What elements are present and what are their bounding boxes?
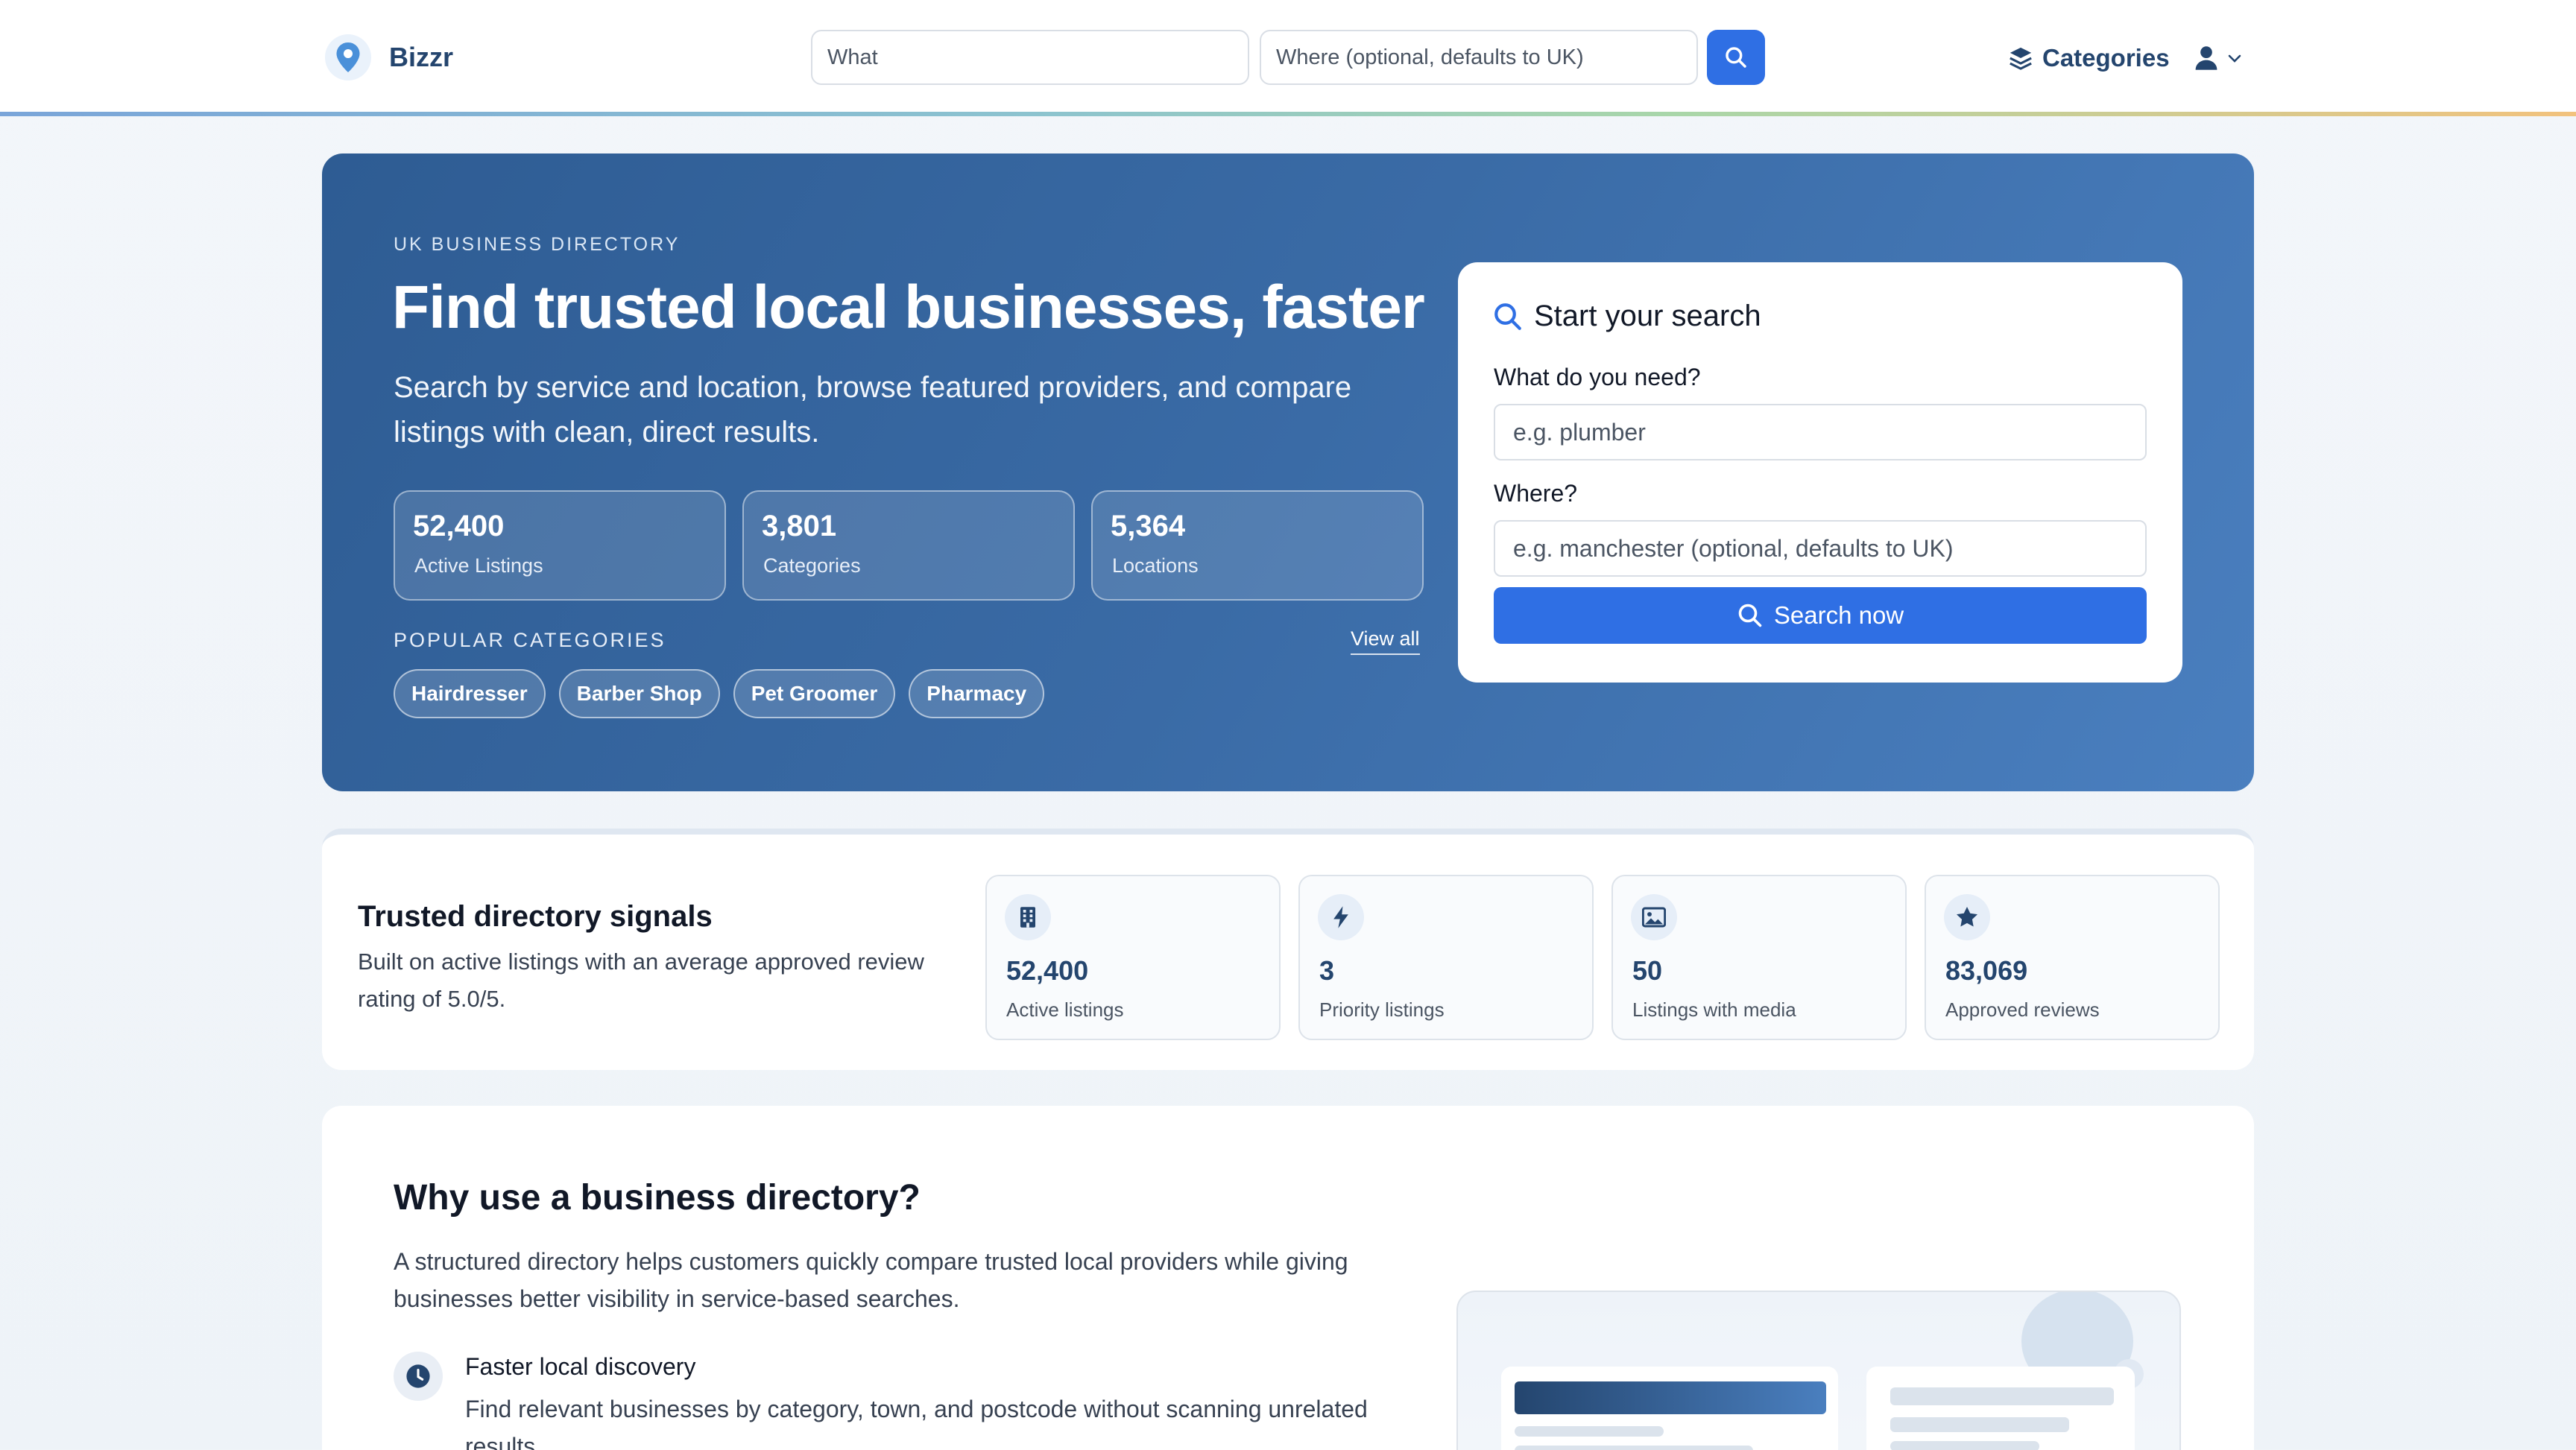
signal-value: 83,069 [1945,955,2028,986]
map-pin-icon [325,34,371,80]
hero-title: Find trusted local businesses, faster [392,273,1425,341]
illustration-line [1890,1417,2069,1432]
why-title: Why use a business directory? [394,1178,921,1218]
brand-link[interactable]: Bizzr [325,33,453,82]
hero-kicker: UK BUSINESS DIRECTORY [394,234,681,255]
search-icon [1494,303,1521,330]
where-input[interactable] [1494,520,2147,577]
chip-pet-groomer[interactable]: Pet Groomer [733,669,896,718]
where-label: Where? [1494,480,1578,507]
illustration-card [1501,1367,1838,1450]
signal-card-listings-with-media: 50 Listings with media [1611,875,1907,1040]
stat-value: 3,801 [762,510,837,542]
directory-illustration [1456,1291,2181,1450]
signal-value: 50 [1632,955,1663,986]
signal-label: Priority listings [1319,998,1445,1021]
chip-barber-shop[interactable]: Barber Shop [558,669,720,718]
illustration-line [1515,1426,1664,1437]
signal-value: 52,400 [1006,955,1089,986]
building-icon [1005,894,1051,940]
popular-categories-label: POPULAR CATEGORIES [394,629,666,651]
illustration-card [1866,1367,2135,1450]
stat-active-listings: 52,400 Active Listings [394,490,726,601]
illustration-line [1890,1387,2114,1405]
categories-link[interactable]: Categories [2008,39,2170,77]
what-label: What do you need? [1494,364,1701,390]
search-now-label: Search now [1773,601,1904,629]
view-all-link[interactable]: View all [1351,627,1420,655]
brand-name: Bizzr [389,42,454,72]
stat-label: Locations [1112,554,1199,577]
signals-title: Trusted directory signals [358,900,713,933]
categories-label: Categories [2042,44,2170,72]
illustration-line [1890,1441,2039,1450]
navbar-accent-line [0,112,2576,116]
feature-title: Faster local discovery [465,1353,696,1380]
stat-locations: 5,364 Locations [1091,490,1424,601]
search-card: Start your search What do you need? Wher… [1458,262,2182,683]
search-card-title: Start your search [1492,300,1761,333]
chevron-down-icon [2228,54,2241,63]
stat-categories: 3,801 Categories [742,490,1075,601]
hero-subtitle: Search by service and location, browse f… [394,371,1352,449]
user-icon [2195,46,2217,70]
stat-value: 5,364 [1111,510,1186,542]
signal-card-priority-listings: 3 Priority listings [1298,875,1594,1040]
chip-pharmacy[interactable]: Pharmacy [909,669,1045,718]
stat-value: 52,400 [413,510,505,542]
star-icon [1944,894,1990,940]
search-icon [1738,604,1762,627]
illustration-bar [1515,1381,1826,1414]
signal-label: Listings with media [1632,998,1796,1021]
user-menu[interactable] [2194,39,2244,77]
what-input[interactable] [1494,404,2147,460]
search-now-button[interactable]: Search now [1494,587,2147,644]
signal-label: Approved reviews [1945,998,2100,1021]
clock-icon [394,1352,443,1401]
signal-card-active-listings: 52,400 Active listings [985,875,1281,1040]
directory-signals: Trusted directory signals Built on activ… [322,829,2254,1070]
signal-value: 3 [1319,955,1335,986]
nav-search-button[interactable] [1707,30,1765,85]
search-card-title-text: Start your search [1534,300,1761,332]
why-description: A structured directory helps customers q… [394,1248,1348,1312]
image-icon [1631,894,1677,940]
layers-icon [2010,47,2032,70]
nav-where-input[interactable] [1260,30,1698,85]
signal-label: Active listings [1006,998,1124,1021]
signal-card-approved-reviews: 83,069 Approved reviews [1925,875,2220,1040]
lightning-icon [1318,894,1364,940]
stat-label: Categories [763,554,861,577]
top-navbar: Bizzr Categories [0,0,2576,115]
chip-hairdresser[interactable]: Hairdresser [394,669,546,718]
why-directory-section: Why use a business directory? A structur… [322,1106,2254,1450]
signals-description: Built on active listings with an average… [358,949,924,1012]
stat-label: Active Listings [414,554,543,577]
popular-category-chips: Hairdresser Barber Shop Pet Groomer Phar… [394,669,1045,718]
hero-section: UK BUSINESS DIRECTORY Find trusted local… [322,153,2254,791]
illustration-line [1515,1446,1753,1450]
nav-what-input[interactable] [811,30,1249,85]
feature-description: Find relevant businesses by category, to… [465,1396,1368,1450]
search-icon [1726,47,1746,68]
